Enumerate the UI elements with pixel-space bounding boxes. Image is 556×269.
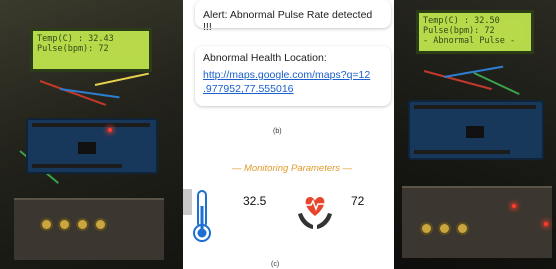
map-link-line-1: http://maps.google.com/maps?q=12 [203,69,371,81]
map-link[interactable]: http://maps.google.com/maps?q=12 .977952… [203,68,383,96]
hardware-photo-left: Temp(C) : 32.43 Pulse(bpm): 72 [0,0,183,269]
location-message: Abnormal Health Location: http://maps.go… [195,46,391,106]
wire [94,72,150,86]
pulse-value: 72 [351,194,365,208]
pin-header [414,105,536,109]
push-button [58,218,71,231]
lcd-display: Temp(C) : 32.43 Pulse(bpm): 72 [30,28,152,72]
push-button [76,218,89,231]
push-button [94,218,107,231]
push-button [456,222,469,235]
lcd-line-3: - Abnormal Pulse - [423,36,516,46]
alert-notification[interactable]: Alert: Abnormal Pulse Rate detected !!! [195,0,391,33]
microcontroller-board [26,118,158,174]
status-led [108,128,112,132]
app-screens: Alert: Abnormal Pulse Rate detected !!! … [183,0,394,269]
red-led [544,222,548,226]
hardware-photo-right: Temp(C) : 32.50 Pulse(bpm): 72 - Abnorma… [394,0,556,269]
red-led [512,204,516,208]
lcd-line-1: Temp(C) : 32.50 [423,16,500,26]
map-link-line-2: .977952,77.555016 [203,83,294,95]
lcd-line-2: Pulse(bpm): 72 [423,26,495,36]
heart-hands-icon [298,197,332,229]
figure-label-c: (c) [271,261,280,268]
pin-header [32,164,122,168]
push-button [40,218,53,231]
wire [59,88,120,99]
figure-label-b: (b) [273,128,282,135]
breadboard [14,198,164,260]
pin-header [32,123,150,127]
push-button [420,222,433,235]
lcd-line-1: Temp(C) : 32.43 [37,34,114,44]
wire [473,72,520,96]
monitoring-title: — Monitoring Parameters — [231,163,353,174]
lcd-line-2: Pulse(bpm): 72 [37,44,109,54]
pin-header [414,150,510,154]
alert-text: Alert: Abnormal Pulse Rate detected !!! [203,9,373,33]
thermometer-icon [193,190,211,242]
microcontroller-board [408,100,544,160]
push-button [438,222,451,235]
location-title: Abnormal Health Location: [203,52,327,64]
chip [78,142,96,154]
temperature-value: 32.5 [243,194,267,208]
lcd-display: Temp(C) : 32.50 Pulse(bpm): 72 - Abnorma… [416,10,534,54]
chip [466,126,484,138]
